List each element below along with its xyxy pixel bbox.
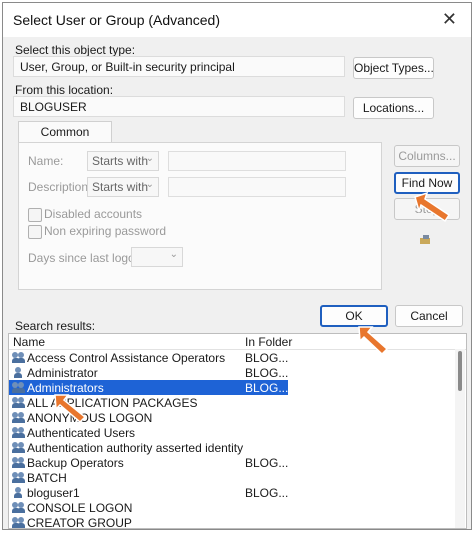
row-folder: BLOG... <box>245 351 289 365</box>
row-folder: BLOG... <box>245 366 289 380</box>
row-folder: BLOG... <box>245 381 289 395</box>
annotation-arrow-icon <box>358 326 389 356</box>
object-type-label: Select this object type: <box>15 43 136 57</box>
disabled-accounts-label: Disabled accounts <box>44 207 143 221</box>
location-field: BLOGUSER <box>13 96 345 117</box>
disabled-accounts-checkbox[interactable] <box>28 208 42 222</box>
name-mode-select[interactable]: Starts with ⌄ <box>87 151 159 171</box>
row-name: Authenticated Users <box>27 426 136 440</box>
name-label: Name: <box>28 154 64 168</box>
columns-button[interactable]: Columns... <box>394 145 460 167</box>
name-mode-value: Starts with <box>92 154 149 168</box>
group-icon <box>12 412 25 423</box>
window-title: Select User or Group (Advanced) <box>13 12 220 28</box>
days-since-logon-label: Days since last logon: <box>28 251 145 265</box>
chevron-down-icon: ⌄ <box>145 153 154 164</box>
results-scrollbar[interactable] <box>455 349 465 528</box>
object-types-button[interactable]: Object Types... <box>353 57 434 79</box>
row-name: BATCH <box>27 471 67 485</box>
row-name: Access Control Assistance Operators <box>27 351 226 365</box>
row-name: CONSOLE LOGON <box>27 501 133 515</box>
group-icon <box>12 502 25 513</box>
search-animation-icon <box>420 235 430 244</box>
chevron-down-icon: ⌄ <box>145 179 154 190</box>
search-results-label: Search results: <box>15 319 96 333</box>
description-label: Description: <box>28 180 92 194</box>
column-header-in-folder[interactable]: In Folder <box>245 335 292 349</box>
chevron-down-icon: ⌄ <box>169 249 178 260</box>
days-since-logon-select[interactable]: ⌄ <box>131 247 183 267</box>
description-input[interactable] <box>168 177 346 197</box>
group-icon <box>12 442 25 453</box>
row-name: Authentication authority asserted identi… <box>27 441 244 455</box>
results-header: Name In Folder <box>9 334 466 350</box>
table-row[interactable]: BATCH <box>9 470 457 485</box>
group-icon <box>12 382 25 393</box>
group-icon <box>12 397 25 408</box>
name-input[interactable] <box>168 151 346 171</box>
user-icon <box>12 367 25 378</box>
title-bar: Select User or Group (Advanced) ✕ <box>3 3 471 37</box>
table-row[interactable]: bloguser1 BLOG... <box>9 485 457 500</box>
locations-button[interactable]: Locations... <box>353 97 434 119</box>
annotation-arrow-icon <box>414 191 451 223</box>
annotation-arrow-icon <box>54 394 87 424</box>
table-row[interactable]: Authenticated Users <box>9 425 457 440</box>
table-row[interactable]: Administrator BLOG... <box>9 365 457 380</box>
description-mode-value: Starts with <box>92 180 149 194</box>
group-icon <box>12 517 25 528</box>
tab-common-queries[interactable]: Common Queries <box>18 121 112 159</box>
close-icon[interactable]: ✕ <box>442 9 457 30</box>
scrollbar-thumb[interactable] <box>458 351 462 391</box>
group-icon <box>12 352 25 363</box>
row-folder: BLOG... <box>245 456 289 470</box>
row-name: Backup Operators <box>27 456 124 470</box>
table-row[interactable]: Backup Operators BLOG... <box>9 455 457 470</box>
table-row[interactable]: Authentication authority asserted identi… <box>9 440 457 455</box>
cancel-button[interactable]: Cancel <box>395 305 463 327</box>
user-icon <box>12 487 25 498</box>
table-row[interactable]: CREATOR GROUP <box>9 515 457 529</box>
group-icon <box>12 472 25 483</box>
row-name: CREATOR GROUP <box>27 516 132 529</box>
row-name: Administrator <box>27 366 98 380</box>
row-folder: BLOG... <box>245 486 289 500</box>
column-header-name[interactable]: Name <box>13 335 45 349</box>
non-expiring-password-checkbox[interactable] <box>28 225 42 239</box>
row-name: bloguser1 <box>27 486 80 500</box>
description-mode-select[interactable]: Starts with ⌄ <box>87 177 159 197</box>
object-type-field: User, Group, or Built-in security princi… <box>13 56 345 77</box>
group-icon <box>12 457 25 468</box>
dialog-window: Select User or Group (Advanced) ✕ Select… <box>2 2 472 530</box>
table-row[interactable]: CONSOLE LOGON <box>9 500 457 515</box>
location-label: From this location: <box>15 83 114 97</box>
non-expiring-password-label: Non expiring password <box>44 224 167 238</box>
search-results-list[interactable]: Name In Folder Access Control Assistance… <box>8 333 467 529</box>
group-icon <box>12 427 25 438</box>
